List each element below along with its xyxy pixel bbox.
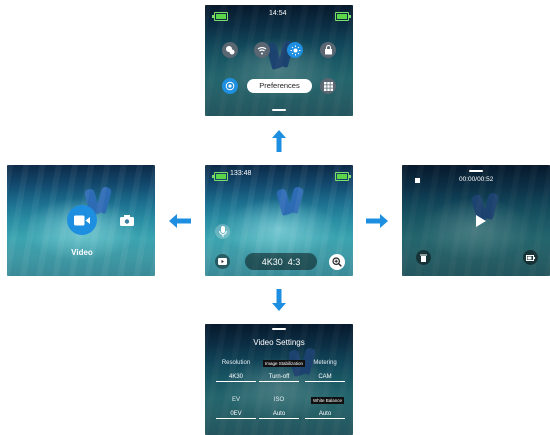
mode-label: Video bbox=[71, 248, 93, 257]
resolution-value: 4K30 bbox=[261, 256, 283, 267]
setting-value-image-stabilization[interactable]: Turn-off bbox=[259, 374, 299, 382]
resolution-pill[interactable]: 4K30 4:3 bbox=[245, 253, 317, 270]
setting-value-metering[interactable]: CAM bbox=[305, 374, 345, 382]
arrow-up-icon bbox=[272, 130, 286, 152]
arrow-down-icon bbox=[272, 289, 286, 311]
swipe-handle[interactable] bbox=[272, 328, 286, 330]
stop-icon[interactable] bbox=[415, 178, 420, 183]
play-icon[interactable] bbox=[476, 215, 486, 227]
video-mode-button[interactable] bbox=[215, 254, 230, 269]
setting-label-white-balance: White Balance bbox=[311, 397, 345, 404]
right-screen-playback: 00:00/00:52 bbox=[402, 165, 550, 276]
bottom-screen-video-settings: Video Settings Resolution Image Stabiliz… bbox=[205, 324, 353, 435]
battery-icon bbox=[335, 12, 351, 21]
playback-timecode: 00:00/00:52 bbox=[459, 176, 494, 183]
lock-icon[interactable] bbox=[320, 42, 336, 58]
battery-icon-left bbox=[212, 172, 228, 181]
battery-status-icon bbox=[523, 250, 538, 265]
gps-icon[interactable] bbox=[222, 78, 238, 94]
photo-mode-icon[interactable] bbox=[120, 213, 134, 231]
setting-label-iso: ISO bbox=[273, 397, 285, 403]
brightness-icon[interactable] bbox=[287, 42, 303, 58]
clock-time: 14:54 bbox=[269, 10, 287, 17]
delete-icon[interactable] bbox=[416, 250, 431, 265]
remaining-time: 133:48 bbox=[230, 170, 252, 177]
aspect-ratio-value: 4:3 bbox=[287, 256, 301, 267]
settings-title: Video Settings bbox=[253, 338, 305, 347]
setting-label-metering: Metering bbox=[313, 360, 337, 366]
swipe-handle[interactable] bbox=[469, 170, 483, 172]
bubble-icon[interactable] bbox=[222, 42, 238, 58]
battery-icon bbox=[335, 172, 351, 181]
swipe-handle[interactable] bbox=[272, 109, 286, 111]
setting-value-ev[interactable]: 0EV bbox=[216, 411, 256, 419]
arrow-left-icon bbox=[169, 214, 191, 228]
setting-value-resolution[interactable]: 4K30 bbox=[216, 374, 256, 382]
arrow-right-icon bbox=[366, 214, 388, 228]
left-screen-mode-select: Video bbox=[7, 165, 155, 276]
setting-value-iso[interactable]: Auto bbox=[259, 411, 299, 419]
zoom-in-icon[interactable] bbox=[329, 254, 345, 270]
center-screen-live-view: 133:48 4K30 4:3 bbox=[205, 165, 353, 276]
top-screen-quick-menu: 14:54 Preferences bbox=[205, 5, 353, 116]
wifi-icon[interactable] bbox=[254, 42, 270, 58]
preferences-button[interactable]: Preferences bbox=[247, 79, 312, 93]
setting-label-image-stabilization: Image Stabilization bbox=[263, 360, 306, 367]
setting-label-resolution: Resolution bbox=[221, 360, 251, 366]
grid-icon[interactable] bbox=[320, 78, 336, 94]
setting-value-white-balance[interactable]: Auto bbox=[305, 411, 345, 419]
video-mode-icon[interactable] bbox=[67, 205, 97, 235]
microphone-icon[interactable] bbox=[215, 224, 230, 239]
battery-icon-left bbox=[212, 12, 228, 21]
